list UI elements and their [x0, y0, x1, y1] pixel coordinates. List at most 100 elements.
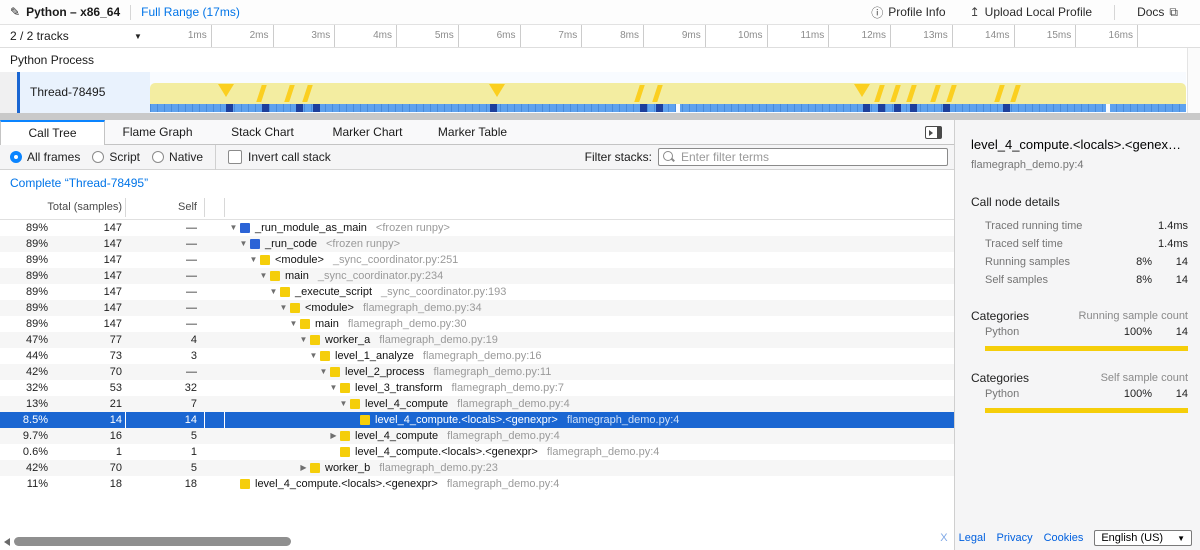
cell-self: 5 — [126, 460, 197, 476]
radio-button[interactable] — [92, 151, 104, 163]
complete-thread-link[interactable]: Complete “Thread-78495” — [10, 176, 148, 190]
tree-row[interactable]: 89%147—▼<module>flamegraph_demo.py:34 — [0, 300, 954, 316]
radio-button[interactable] — [152, 151, 164, 163]
tab-stack-chart[interactable]: Stack Chart — [210, 120, 315, 145]
edit-pencil-icon[interactable]: ✎ — [10, 5, 20, 19]
process-track-row[interactable]: Python Process — [0, 48, 1200, 72]
filter-stacks-input[interactable] — [658, 148, 948, 166]
tree-row[interactable]: 9.7%165▶level_4_computeflamegraph_demo.p… — [0, 428, 954, 444]
tree-row[interactable]: 44%733▼level_1_analyzeflamegraph_demo.py… — [0, 348, 954, 364]
invert-call-stack-checkbox[interactable] — [228, 150, 242, 164]
tree-row[interactable]: 13%217▼level_4_computeflamegraph_demo.py… — [0, 396, 954, 412]
twisty-closed-icon[interactable]: ▶ — [327, 428, 340, 444]
tracks-dropdown[interactable]: 2 / 2 tracks ▼ — [0, 25, 150, 47]
frame-category-icon-python — [270, 271, 280, 281]
tab-marker-chart[interactable]: Marker Chart — [315, 120, 420, 145]
language-select[interactable]: English (US) ▼ — [1094, 530, 1192, 546]
tree-row[interactable]: 8.5%1414level_4_compute.<locals>.<genexp… — [0, 412, 954, 428]
ruler-tick-label: 7ms — [558, 30, 581, 41]
category-value: 14 — [1152, 326, 1188, 338]
tree-cell: ▶level_4_computeflamegraph_demo.py:4 — [227, 428, 954, 444]
thread-activity-graph[interactable] — [150, 72, 1186, 113]
radio-button[interactable] — [10, 151, 22, 163]
twisty-open-icon[interactable]: ▼ — [247, 252, 260, 268]
twisty-open-icon[interactable]: ▼ — [317, 364, 330, 380]
footer-close-button[interactable]: X — [940, 532, 947, 544]
cell-total-percent: 32% — [0, 380, 48, 396]
twisty-open-icon[interactable]: ▼ — [337, 396, 350, 412]
twisty-open-icon[interactable]: ▼ — [227, 220, 240, 236]
detail-value: 14 — [1152, 274, 1188, 286]
scrollbar-thumb[interactable] — [14, 537, 291, 546]
column-self[interactable]: Self — [126, 196, 197, 219]
tree-row[interactable]: 47%774▼worker_aflamegraph_demo.py:19 — [0, 332, 954, 348]
invert-call-stack-toggle[interactable]: Invert call stack — [228, 150, 331, 164]
tab-flame-graph[interactable]: Flame Graph — [105, 120, 210, 145]
tree-row[interactable]: 89%147—▼<module>_sync_coordinator.py:251 — [0, 252, 954, 268]
ruler-tick-label: 10ms — [738, 30, 766, 41]
twisty-open-icon[interactable]: ▼ — [277, 300, 290, 316]
function-name: level_4_compute — [365, 396, 448, 412]
profile-info-button[interactable]: ⓘ Profile Info — [871, 4, 945, 21]
radio-script[interactable]: Script — [92, 150, 140, 164]
tree-row[interactable]: 89%147—▼mainflamegraph_demo.py:30 — [0, 316, 954, 332]
thread-track-labelbox[interactable]: Thread-78495 — [20, 72, 150, 113]
column-total-samples[interactable]: Total (samples) — [0, 196, 122, 219]
tree-row[interactable]: 89%147—▼main_sync_coordinator.py:234 — [0, 268, 954, 284]
radio-native[interactable]: Native — [152, 150, 203, 164]
cell-self: 3 — [126, 348, 197, 364]
category-color-bar — [985, 408, 1188, 413]
footer-link-privacy[interactable]: Privacy — [997, 532, 1033, 544]
scroll-left-arrow-icon[interactable] — [4, 538, 10, 546]
twisty-open-icon[interactable]: ▼ — [237, 236, 250, 252]
marker-triangle-icon[interactable] — [854, 84, 870, 97]
sidebar-toggle-icon[interactable] — [925, 126, 942, 139]
full-range-link[interactable]: Full Range (17ms) — [141, 5, 240, 19]
footer-link-legal[interactable]: Legal — [959, 532, 986, 544]
function-location: flamegraph_demo.py:30 — [348, 316, 467, 332]
call-node-details-header: Call node details — [971, 195, 1188, 209]
tree-row[interactable]: 32%5332▼level_3_transformflamegraph_demo… — [0, 380, 954, 396]
upload-profile-button[interactable]: ↥ Upload Local Profile — [970, 5, 1092, 19]
tree-row[interactable]: 89%147—▼_run_code<frozen runpy> — [0, 236, 954, 252]
tree-row[interactable]: 42%705▶worker_bflamegraph_demo.py:23 — [0, 460, 954, 476]
category-name: Python — [985, 388, 1112, 400]
cell-total-percent: 42% — [0, 460, 48, 476]
function-location: flamegraph_demo.py:16 — [423, 348, 542, 364]
function-location: flamegraph_demo.py:4 — [447, 428, 560, 444]
sample-dark-segment — [863, 104, 870, 112]
twisty-open-icon[interactable]: ▼ — [307, 348, 320, 364]
docs-button[interactable]: Docs ⧉ — [1137, 5, 1178, 20]
tree-row[interactable]: 42%70—▼level_2_processflamegraph_demo.py… — [0, 364, 954, 380]
tree-row[interactable]: 89%147—▼_execute_script_sync_coordinator… — [0, 284, 954, 300]
tree-cell: ▼<module>_sync_coordinator.py:251 — [227, 252, 954, 268]
tree-row[interactable]: 0.6%11level_4_compute.<locals>.<genexpr>… — [0, 444, 954, 460]
footer-link-cookies[interactable]: Cookies — [1044, 532, 1084, 544]
twisty-open-icon[interactable]: ▼ — [267, 284, 280, 300]
cell-total-percent: 89% — [0, 300, 48, 316]
tab-marker-table[interactable]: Marker Table — [420, 120, 525, 145]
twisty-open-icon[interactable]: ▼ — [287, 316, 300, 332]
time-ruler[interactable]: 1ms2ms3ms4ms5ms6ms7ms8ms9ms10ms11ms12ms1… — [150, 25, 1200, 47]
twisty-closed-icon[interactable]: ▶ — [297, 460, 310, 476]
thread-track-row[interactable]: Thread-78495 — [0, 72, 1200, 113]
marker-triangle-icon[interactable] — [218, 84, 234, 97]
tree-cell: ▼worker_aflamegraph_demo.py:19 — [227, 332, 954, 348]
function-name: _execute_script — [295, 284, 372, 300]
twisty-open-icon[interactable]: ▼ — [297, 332, 310, 348]
twisty-open-icon[interactable]: ▼ — [327, 380, 340, 396]
filter-stacks-label: Filter stacks: — [585, 150, 652, 164]
tree-row[interactable]: 11%1818level_4_compute.<locals>.<genexpr… — [0, 476, 954, 492]
marker-triangle-icon[interactable] — [489, 84, 505, 97]
twisty-open-icon[interactable]: ▼ — [257, 268, 270, 284]
tree-row[interactable]: 89%147—▼_run_module_as_main<frozen runpy… — [0, 220, 954, 236]
sample-dark-segment — [490, 104, 497, 112]
tracks-vertical-scrollbar[interactable] — [1187, 48, 1200, 113]
function-location: flamegraph_demo.py:11 — [434, 364, 552, 380]
radio-all-frames[interactable]: All frames — [10, 150, 80, 164]
cell-self: 18 — [126, 476, 197, 492]
category-row: Python100%14 — [971, 385, 1188, 403]
tab-call-tree[interactable]: Call Tree — [0, 120, 105, 145]
cell-total-samples: 21 — [50, 396, 122, 412]
sidebar-categories-header: CategoriesRunning sample count — [971, 309, 1188, 323]
